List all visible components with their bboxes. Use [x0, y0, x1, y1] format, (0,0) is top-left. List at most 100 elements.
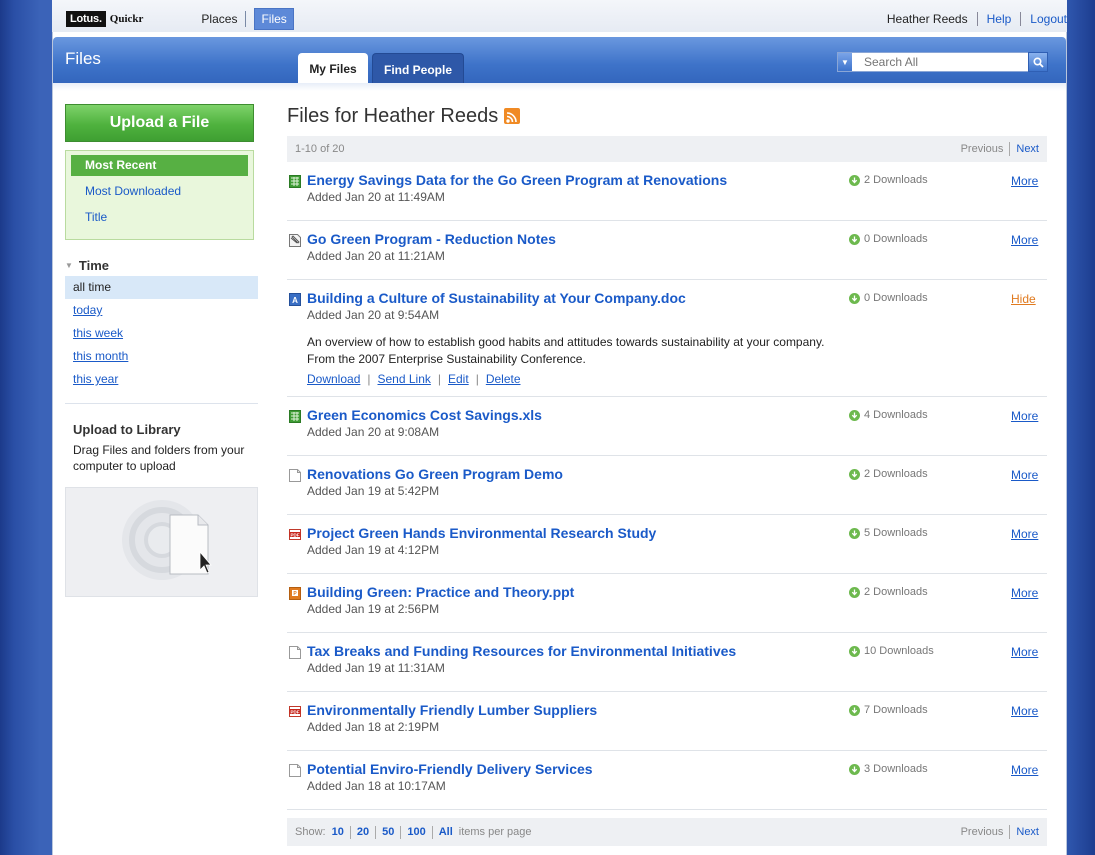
- files-header: Files My Files Find People ▼: [53, 37, 1066, 83]
- lotus-quickr-logo[interactable]: Lotus. Quickr: [66, 10, 143, 28]
- edit-link[interactable]: Edit: [448, 372, 469, 386]
- next-link[interactable]: Next: [1016, 826, 1039, 838]
- tab-my-files[interactable]: My Files: [298, 53, 368, 83]
- more-link[interactable]: More: [1011, 763, 1038, 777]
- user-links-divider: [976, 12, 978, 26]
- file-row: Energy Savings Data for the Go Green Pro…: [287, 162, 1047, 221]
- download-link[interactable]: Download: [307, 372, 360, 386]
- download-count: 3 Downloads: [849, 763, 928, 775]
- user-name[interactable]: Heather Reeds: [887, 12, 968, 26]
- file-row: PDF Environmentally Friendly Lumber Supp…: [287, 692, 1047, 751]
- time-this-year[interactable]: this year: [65, 368, 258, 391]
- tab-find-people[interactable]: Find People: [372, 53, 464, 83]
- download-count-text: 10 Downloads: [864, 645, 934, 657]
- nav-places-link[interactable]: Places: [201, 12, 237, 26]
- note-icon: [289, 234, 301, 247]
- delete-link[interactable]: Delete: [486, 372, 521, 386]
- previous-link[interactable]: Previous: [961, 826, 1004, 838]
- per-page-20[interactable]: 20: [357, 826, 369, 838]
- rss-feed-icon[interactable]: [504, 108, 521, 124]
- time-all-time[interactable]: all time: [65, 276, 258, 299]
- file-title-link[interactable]: Go Green Program - Reduction Notes: [307, 231, 556, 247]
- sidebar: Upload a File Most Recent Most Downloade…: [65, 104, 258, 597]
- file-title-link[interactable]: Green Economics Cost Savings.xls: [307, 407, 542, 423]
- file-list-panel: Files for Heather Reeds 1-10 of 20 Previ…: [287, 104, 1047, 846]
- more-link[interactable]: More: [1011, 174, 1038, 188]
- word-doc-icon: A: [289, 293, 301, 306]
- send-link-link[interactable]: Send Link: [378, 372, 431, 386]
- blank-file-icon: [289, 469, 301, 482]
- file-title-link[interactable]: Project Green Hands Environmental Resear…: [307, 525, 656, 541]
- per-page-divider: [431, 825, 433, 839]
- help-link[interactable]: Help: [987, 12, 1012, 26]
- more-link[interactable]: More: [1011, 468, 1038, 482]
- download-count-text: 0 Downloads: [864, 292, 928, 304]
- download-count: 2 Downloads: [849, 468, 928, 480]
- sort-most-downloaded[interactable]: Most Downloaded: [71, 178, 248, 204]
- search-button[interactable]: [1028, 52, 1048, 72]
- download-count-text: 0 Downloads: [864, 233, 928, 245]
- per-page-100[interactable]: 100: [407, 826, 425, 838]
- file-added-date: Added Jan 18 at 2:19PM: [307, 720, 440, 734]
- user-links-divider: [1020, 12, 1022, 26]
- more-link[interactable]: More: [1011, 409, 1038, 423]
- download-arrow-icon: [849, 645, 860, 657]
- search-scope-dropdown[interactable]: ▼: [838, 53, 852, 71]
- time-filter-list: all time today this week this month this…: [65, 276, 258, 391]
- download-count: 2 Downloads: [849, 174, 928, 186]
- file-title-link[interactable]: Environmentally Friendly Lumber Supplier…: [307, 702, 597, 718]
- search-input[interactable]: [864, 55, 1024, 69]
- pdf-icon: PDF: [289, 706, 301, 717]
- time-today[interactable]: today: [65, 299, 258, 322]
- previous-link[interactable]: Previous: [961, 143, 1004, 155]
- file-row-expanded: A Building a Culture of Sustainability a…: [287, 280, 1047, 397]
- file-description: An overview of how to establish good hab…: [307, 335, 825, 366]
- file-added-date: Added Jan 18 at 10:17AM: [307, 779, 446, 793]
- file-title-link[interactable]: Energy Savings Data for the Go Green Pro…: [307, 172, 727, 188]
- download-count: 7 Downloads: [849, 704, 928, 716]
- file-title-link[interactable]: Renovations Go Green Program Demo: [307, 466, 563, 482]
- more-link[interactable]: More: [1011, 704, 1038, 718]
- upload-file-button[interactable]: Upload a File: [65, 104, 254, 142]
- upload-drop-zone[interactable]: [65, 487, 258, 597]
- blank-file-icon: [289, 764, 301, 777]
- more-link[interactable]: More: [1011, 527, 1038, 541]
- file-title-link[interactable]: Potential Enviro-Friendly Delivery Servi…: [307, 761, 593, 777]
- per-page-all[interactable]: All: [439, 826, 453, 838]
- file-row: Renovations Go Green Program Demo Added …: [287, 456, 1047, 515]
- time-this-week[interactable]: this week: [65, 322, 258, 345]
- nav-files-link[interactable]: Files: [254, 8, 294, 30]
- file-row: Tax Breaks and Funding Resources for Env…: [287, 633, 1047, 692]
- page-frame: Files My Files Find People ▼ Upload a Fi…: [52, 32, 1067, 855]
- download-arrow-icon: [849, 409, 860, 421]
- file-added-date: Added Jan 19 at 4:12PM: [307, 543, 440, 557]
- file-added-date: Added Jan 20 at 11:21AM: [307, 249, 445, 263]
- download-count-text: 4 Downloads: [864, 409, 928, 421]
- file-title-link[interactable]: Building Green: Practice and Theory.ppt: [307, 584, 574, 600]
- spreadsheet-icon: [289, 410, 301, 423]
- download-arrow-icon: [849, 292, 860, 304]
- time-filter-heading[interactable]: ▼ Time: [65, 258, 258, 273]
- more-link[interactable]: More: [1011, 586, 1038, 600]
- top-pager: 1-10 of 20 Previous Next: [287, 136, 1047, 162]
- download-count-text: 3 Downloads: [864, 763, 928, 775]
- spreadsheet-icon: [289, 175, 301, 188]
- download-count-text: 2 Downloads: [864, 468, 928, 480]
- file-title-link[interactable]: Tax Breaks and Funding Resources for Env…: [307, 643, 736, 659]
- action-divider: |: [475, 372, 479, 386]
- time-this-month[interactable]: this month: [65, 345, 258, 368]
- chevron-down-icon: ▼: [841, 57, 849, 67]
- sort-most-recent[interactable]: Most Recent: [71, 155, 248, 176]
- sort-title[interactable]: Title: [71, 204, 248, 230]
- next-link[interactable]: Next: [1016, 143, 1039, 155]
- file-title-link[interactable]: Building a Culture of Sustainability at …: [307, 290, 686, 306]
- logout-link[interactable]: Logout: [1030, 12, 1067, 26]
- more-link[interactable]: More: [1011, 645, 1038, 659]
- more-link[interactable]: More: [1011, 233, 1038, 247]
- hide-link[interactable]: Hide: [1011, 292, 1036, 306]
- file-added-date: Added Jan 20 at 9:08AM: [307, 425, 440, 439]
- download-count: 2 Downloads: [849, 586, 928, 598]
- per-page-10[interactable]: 10: [332, 826, 344, 838]
- per-page-50[interactable]: 50: [382, 826, 394, 838]
- time-heading-label: Time: [78, 258, 110, 273]
